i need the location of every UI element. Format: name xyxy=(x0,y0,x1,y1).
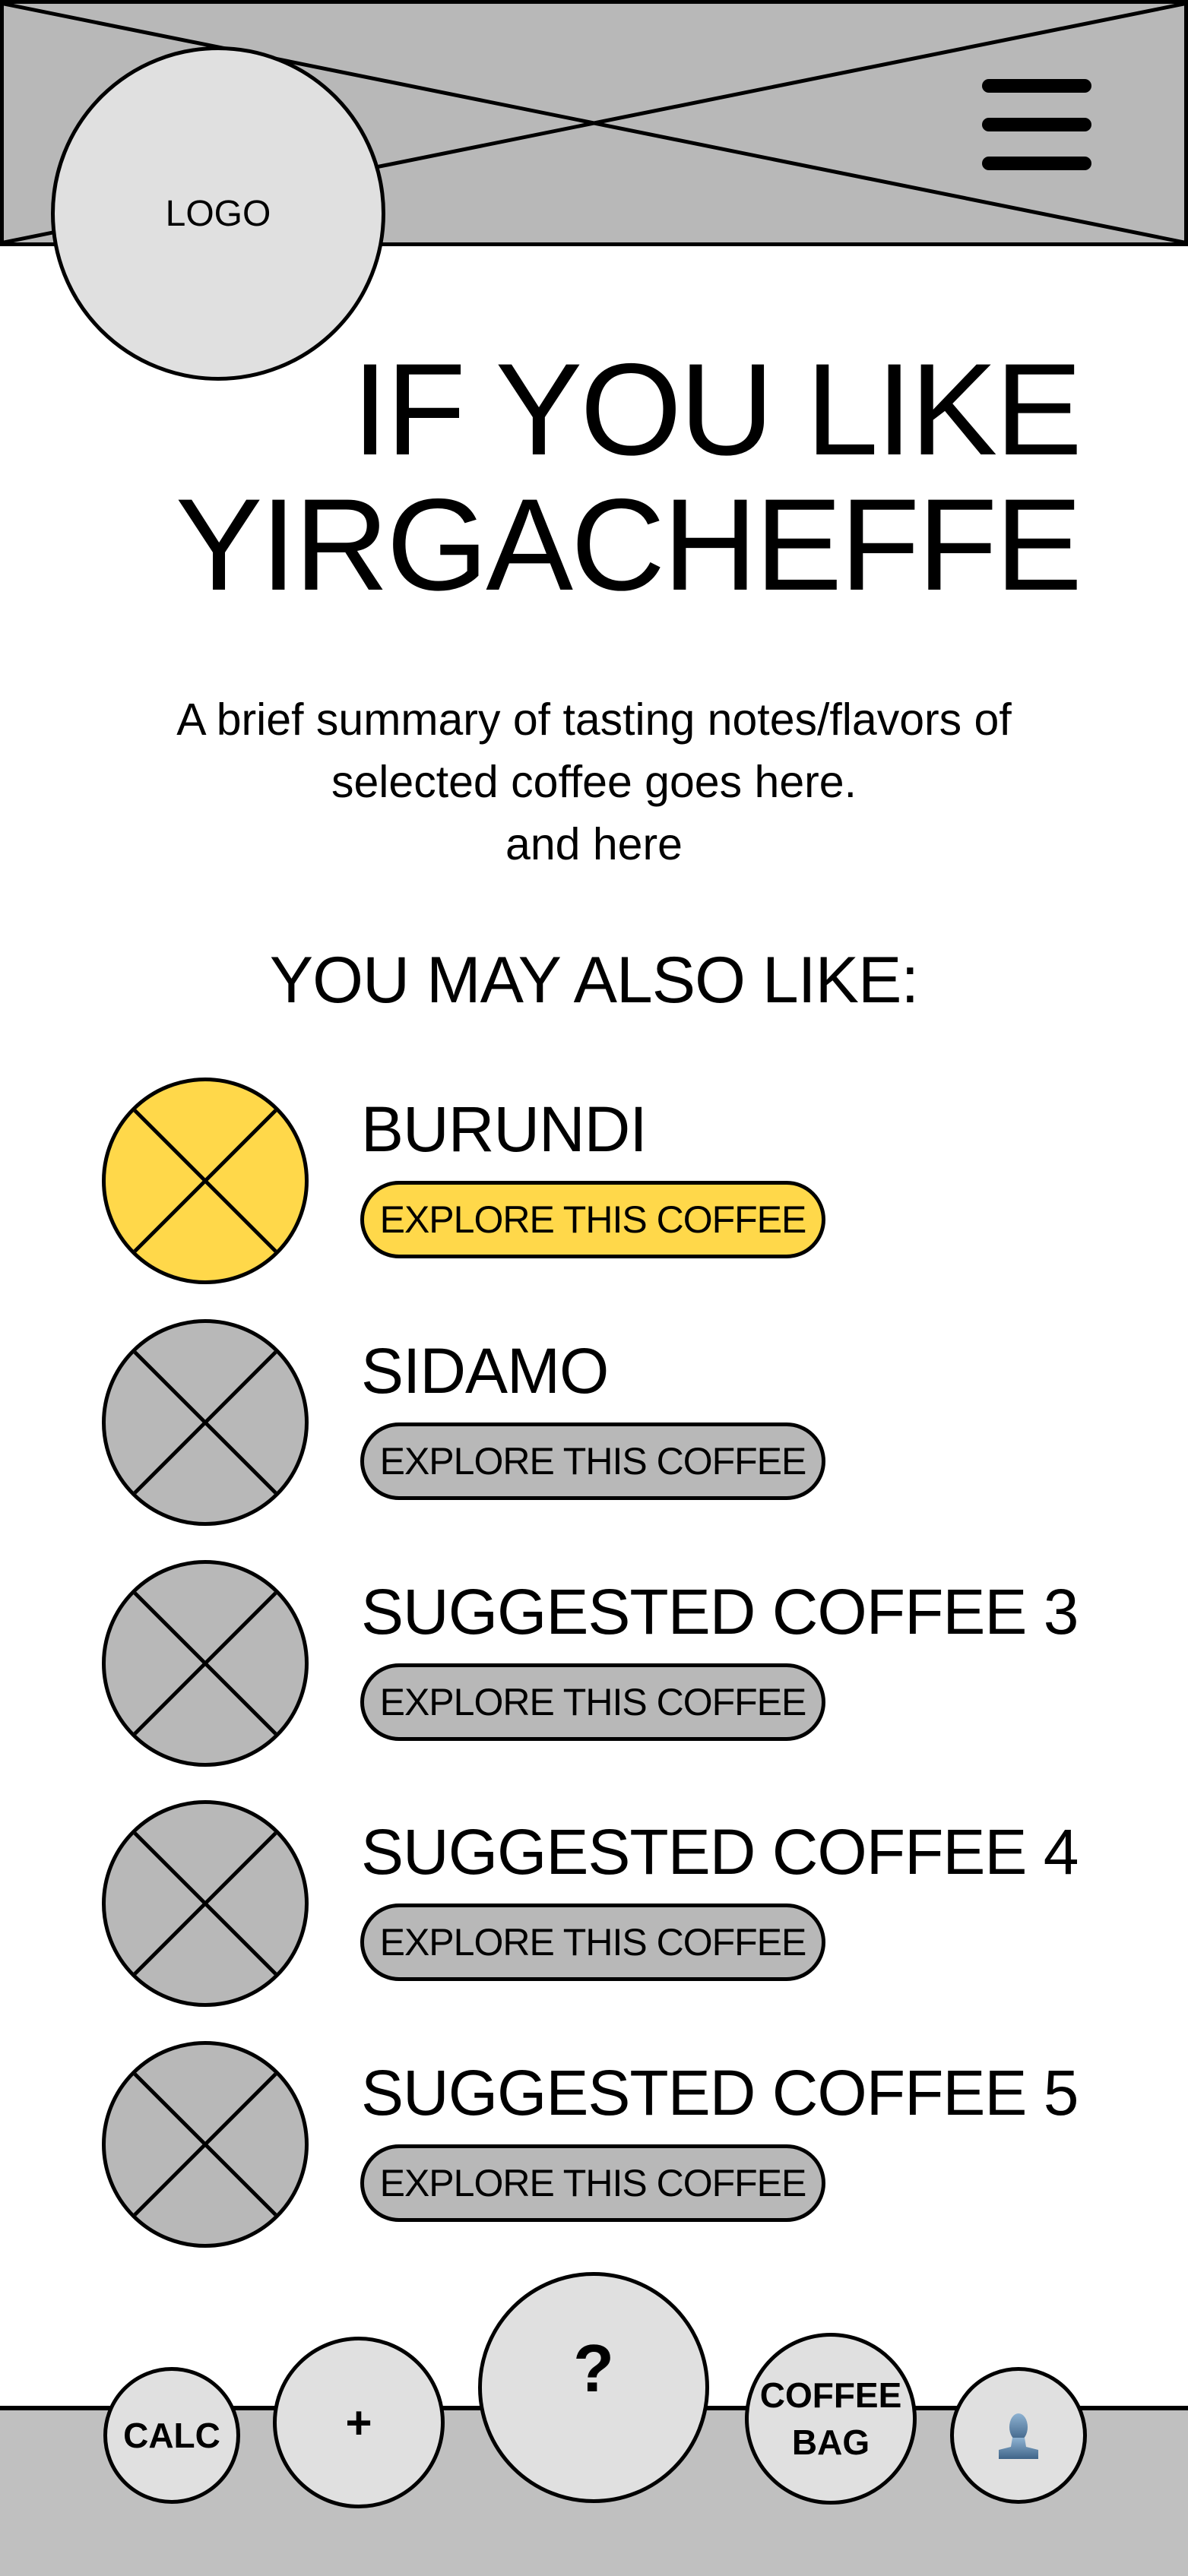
coffee-bag-label-line-1: COFFEE xyxy=(759,2375,902,2415)
logo[interactable]: LOGO xyxy=(51,46,385,381)
hamburger-menu-icon[interactable] xyxy=(982,79,1091,170)
profile-button[interactable] xyxy=(950,2367,1087,2504)
coffee-image-placeholder[interactable] xyxy=(102,1319,309,1526)
explore-coffee-label: EXPLORE THIS COFFEE xyxy=(379,1440,807,1483)
explore-coffee-button[interactable]: EXPLORE THIS COFFEE xyxy=(360,1904,825,1981)
explore-coffee-button[interactable]: EXPLORE THIS COFFEE xyxy=(360,1422,825,1500)
coffee-image-placeholder[interactable] xyxy=(102,2041,309,2248)
you-may-also-like-heading: YOU MAY ALSO LIKE: xyxy=(269,944,920,1017)
add-button[interactable]: + xyxy=(273,2337,445,2508)
explore-coffee-button[interactable]: EXPLORE THIS COFFEE xyxy=(360,1181,825,1258)
explore-coffee-label: EXPLORE THIS COFFEE xyxy=(379,1198,807,1241)
summary-line-1: A brief summary of tasting notes/flavors… xyxy=(176,695,1012,745)
summary-line-2: selected coffee goes here. xyxy=(331,757,857,807)
calc-label: CALC xyxy=(123,2416,220,2455)
coffee-bag-label-line-2: BAG xyxy=(791,2423,870,2462)
suggestion-name: SUGGESTED COFFEE 4 xyxy=(361,1816,1079,1888)
coffee-image-placeholder[interactable] xyxy=(102,1560,309,1767)
suggestion-name: SUGGESTED COFFEE 3 xyxy=(361,1576,1079,1647)
explore-coffee-label: EXPLORE THIS COFFEE xyxy=(379,1921,807,1964)
question-mark-icon: ? xyxy=(573,2331,614,2406)
page-title: IF YOU LIKE YIRGACHEFFE xyxy=(175,337,1082,618)
coffee-summary: A brief summary of tasting notes/flavors… xyxy=(0,688,1188,875)
coffee-image-placeholder[interactable] xyxy=(102,1800,309,2007)
logo-label: LOGO xyxy=(165,193,271,234)
suggestion-name: SIDAMO xyxy=(361,1335,609,1407)
coffee-image-placeholder[interactable] xyxy=(102,1078,309,1284)
help-button[interactable]: ? xyxy=(478,2272,709,2503)
explore-coffee-button[interactable]: EXPLORE THIS COFFEE xyxy=(360,2144,825,2222)
user-profile-icon xyxy=(999,2413,1038,2459)
coffee-bag-button[interactable]: COFFEE BAG xyxy=(745,2333,917,2505)
explore-coffee-button[interactable]: EXPLORE THIS COFFEE xyxy=(360,1663,825,1741)
calc-button[interactable]: CALC xyxy=(103,2367,240,2504)
suggestion-name: SUGGESTED COFFEE 5 xyxy=(361,2057,1079,2128)
summary-line-3: and here xyxy=(505,819,683,869)
explore-coffee-label: EXPLORE THIS COFFEE xyxy=(379,1681,807,1723)
suggestion-name: BURUNDI xyxy=(361,1093,648,1165)
plus-icon: + xyxy=(345,2397,372,2448)
page-title-line-1: IF YOU LIKE xyxy=(352,337,1082,483)
explore-coffee-label: EXPLORE THIS COFFEE xyxy=(379,2162,807,2204)
page-title-line-2: YIRGACHEFFE xyxy=(175,472,1082,618)
